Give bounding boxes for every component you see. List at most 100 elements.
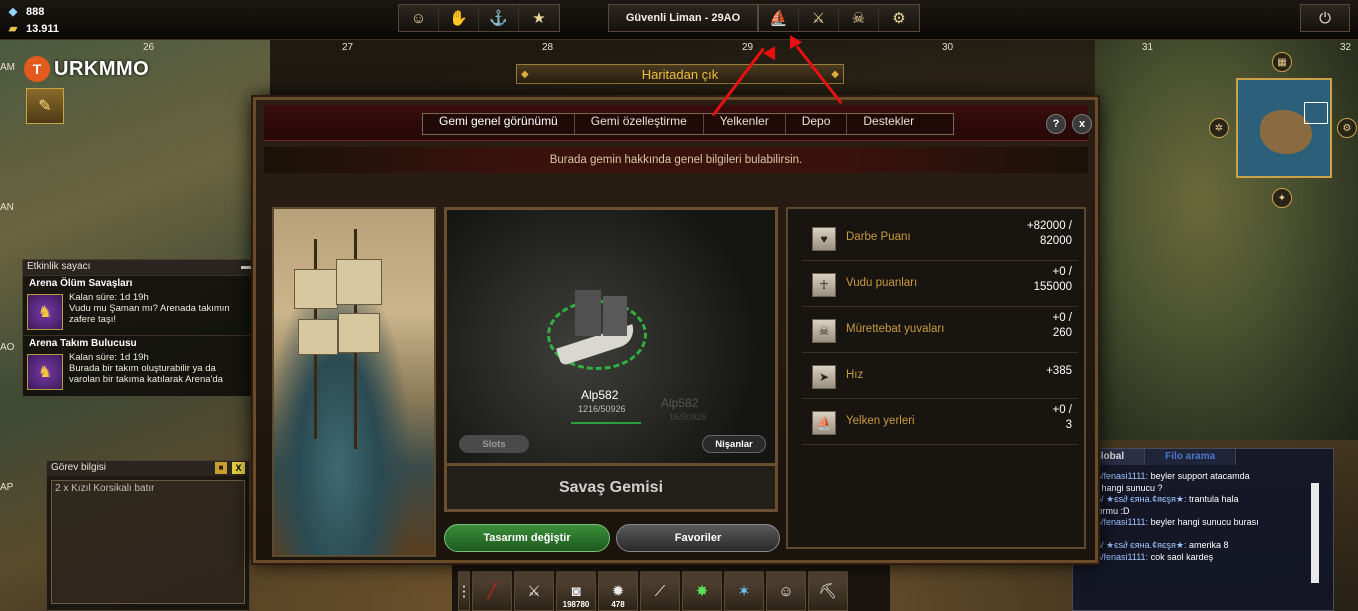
chat-text: amerika 8	[1186, 539, 1229, 550]
gears-icon[interactable]: ⚙	[879, 5, 919, 31]
event-item[interactable]: Arena Takım Bulucusu ♞ Kalan süre: 1d 19…	[23, 335, 255, 395]
crossed-swords-icon[interactable]: ⚔	[514, 571, 554, 611]
ship-class-title: Savaş Gemisi	[444, 466, 778, 512]
tab-ship-overview[interactable]: Gemi genel görünümü	[423, 114, 575, 134]
stat-value: +0 / 3	[1052, 404, 1072, 431]
event-panel-title: Etkinlik sayacı	[27, 261, 91, 272]
event-panel-header: Etkinlik sayacı ▬	[23, 260, 255, 275]
chat-scrollbar[interactable]	[1311, 483, 1319, 583]
event-line: Burada bir takım oluşturabilir ya da	[69, 363, 216, 374]
voodoo-icon: ☥	[812, 273, 836, 297]
red-slash-icon[interactable]: ╱	[472, 571, 512, 611]
map-exit-label: Haritadan çık	[641, 66, 719, 82]
chat-line: oluyormu :D	[1081, 506, 1319, 518]
compass-icon[interactable]: ✲	[1209, 118, 1229, 138]
slots-button[interactable]: Slots	[459, 435, 529, 453]
tab-sails[interactable]: Yelkenler	[704, 114, 786, 134]
painting-sail	[298, 319, 338, 355]
chat-line: 1216/fenasi1111: beyler hangi sunucu bur…	[1081, 517, 1319, 529]
toolbar-left-group: ☺ ✋ ⚓ ★	[398, 4, 560, 32]
swords-icon[interactable]: ⚔	[799, 5, 839, 31]
tab-storage[interactable]: Depo	[786, 114, 848, 134]
gem-icon: ◆	[8, 6, 18, 18]
location-title: Güvenli Liman - 29AO	[608, 4, 758, 32]
chat-text: beyler support atacamda	[1148, 471, 1250, 481]
arena-icon: ♞	[27, 354, 63, 390]
skull-icon: ☠	[812, 319, 836, 343]
chat-text: trantula hala	[1186, 494, 1239, 505]
green-orb-icon[interactable]: ✸	[682, 571, 722, 611]
ship-player-name: Alp582	[581, 388, 619, 402]
stat-label: Vudu puanları	[846, 277, 918, 289]
event-item[interactable]: Arena Ölüm Savaşları ♞ Kalan süre: 1d 19…	[23, 275, 255, 335]
chat-icon[interactable]: ☺	[399, 5, 439, 31]
quest-scroll-icon[interactable]: ✎	[26, 88, 64, 124]
close-icon[interactable]: X	[232, 462, 245, 474]
lock-icon[interactable]: ■	[215, 462, 227, 474]
game-screen: ◆ 888 ▰ 13.911 ☺ ✋ ⚓ ★ Güvenli Liman - 29A…	[0, 0, 1358, 611]
ship-painting	[272, 207, 436, 557]
anchor-icon[interactable]: ⚓	[479, 5, 519, 31]
annotation-arrowhead-left	[763, 42, 782, 61]
quest-info-body: 2 x Kızıl Korsikalı batır	[51, 480, 245, 604]
stat-value: +82000 / 82000	[1026, 220, 1072, 247]
pickaxe-icon[interactable]: ⛏	[808, 571, 848, 611]
event-line: zafere taşı!	[69, 314, 116, 325]
blue-star-icon[interactable]: ✶	[724, 571, 764, 611]
help-button[interactable]: ?	[1046, 114, 1066, 134]
painting-sail	[294, 269, 338, 309]
watermark-logo: T URKMMO	[24, 56, 149, 82]
event-title: Arena Ölüm Savaşları	[29, 278, 133, 289]
star-icon[interactable]: ★	[519, 5, 559, 31]
stat-row: ➤ Hız +385	[802, 355, 1078, 399]
cannon-icon[interactable]: ✹ 478	[598, 571, 638, 611]
barrel-icon[interactable]: ◙ 198780	[556, 571, 596, 611]
ship-icon[interactable]: ⛵	[759, 5, 799, 31]
shovel-icon[interactable]: ⟋	[640, 571, 680, 611]
minimap[interactable]	[1236, 78, 1332, 178]
ruler-col: 26	[143, 42, 155, 53]
ruler-col: 30	[942, 42, 954, 53]
action-bar: ⋮ ╱ ⚔ ◙ 198780 ✹ 478 ⟋ ✸ ✶ ☺ ⛏	[452, 564, 890, 611]
speed-icon: ➤	[812, 365, 836, 389]
map-button-top-icon[interactable]: ▦	[1272, 52, 1292, 72]
ship-player-name-ghost: Alp582	[661, 396, 699, 410]
insignia-button[interactable]: Nişanlar	[702, 435, 766, 453]
sail-icon: ⛵	[812, 411, 836, 435]
chat-tab-fleet-search[interactable]: Filo arama	[1145, 449, 1237, 465]
action-bar-handle[interactable]: ⋮	[457, 571, 472, 611]
map-button-bottom-icon[interactable]: ✦	[1272, 188, 1292, 208]
ship-model	[547, 290, 647, 370]
ruler-row: AN	[0, 202, 14, 213]
map-exit-button[interactable]: ◆ Haritadan çık ◆	[516, 64, 844, 84]
chat-text: cok saol kardeş	[1148, 551, 1214, 562]
quest-info-header: Görev bilgisi ■ X	[47, 461, 249, 476]
stat-value: +385	[1046, 365, 1072, 377]
collapse-icon[interactable]: ▬	[241, 261, 251, 274]
ship-preview: Alp582 1216/50926 Alp582 16/50926 Slots …	[444, 207, 778, 466]
tab-supports[interactable]: Destekler	[847, 114, 930, 134]
dialog-header: Gemi genel görünümü Gemi özelleştirme Ye…	[264, 105, 1092, 141]
ruler-col: 29	[742, 42, 754, 53]
quest-info-panel: Görev bilgisi ■ X 2 x Kızıl Korsikalı ba…	[46, 460, 250, 611]
stat-label: Mürettebat yuvaları	[846, 323, 945, 335]
trade-icon[interactable]: ✋	[439, 5, 479, 31]
ruler-row: AO	[0, 342, 15, 353]
chat-tabs: Global Filo arama	[1073, 449, 1333, 465]
ship-player-sub-ghost: 16/50926	[669, 412, 707, 422]
stat-label: Darbe Puanı	[846, 231, 911, 243]
power-icon[interactable]: ⏻	[1300, 4, 1350, 32]
skull-icon[interactable]: ☠	[839, 5, 879, 31]
tab-ship-customization[interactable]: Gemi özelleştirme	[575, 114, 704, 134]
gold-resource: ▰ 13.911	[6, 22, 59, 35]
ship-sail	[603, 296, 627, 336]
stat-label: Hız	[846, 369, 864, 381]
favorites-button[interactable]: Favoriler	[616, 524, 780, 552]
ruler-col: 32	[1340, 42, 1352, 53]
chat-line: bura hangi sunucu ?	[1081, 483, 1319, 495]
chat-messages: 1216/fenasi1111: beyler support atacamda…	[1073, 465, 1333, 563]
pirate-icon[interactable]: ☺	[766, 571, 806, 611]
zoom-icon[interactable]: ⚙	[1337, 118, 1357, 138]
close-button[interactable]: x	[1072, 114, 1092, 134]
change-design-button[interactable]: Tasarımı değiştir	[444, 524, 610, 552]
